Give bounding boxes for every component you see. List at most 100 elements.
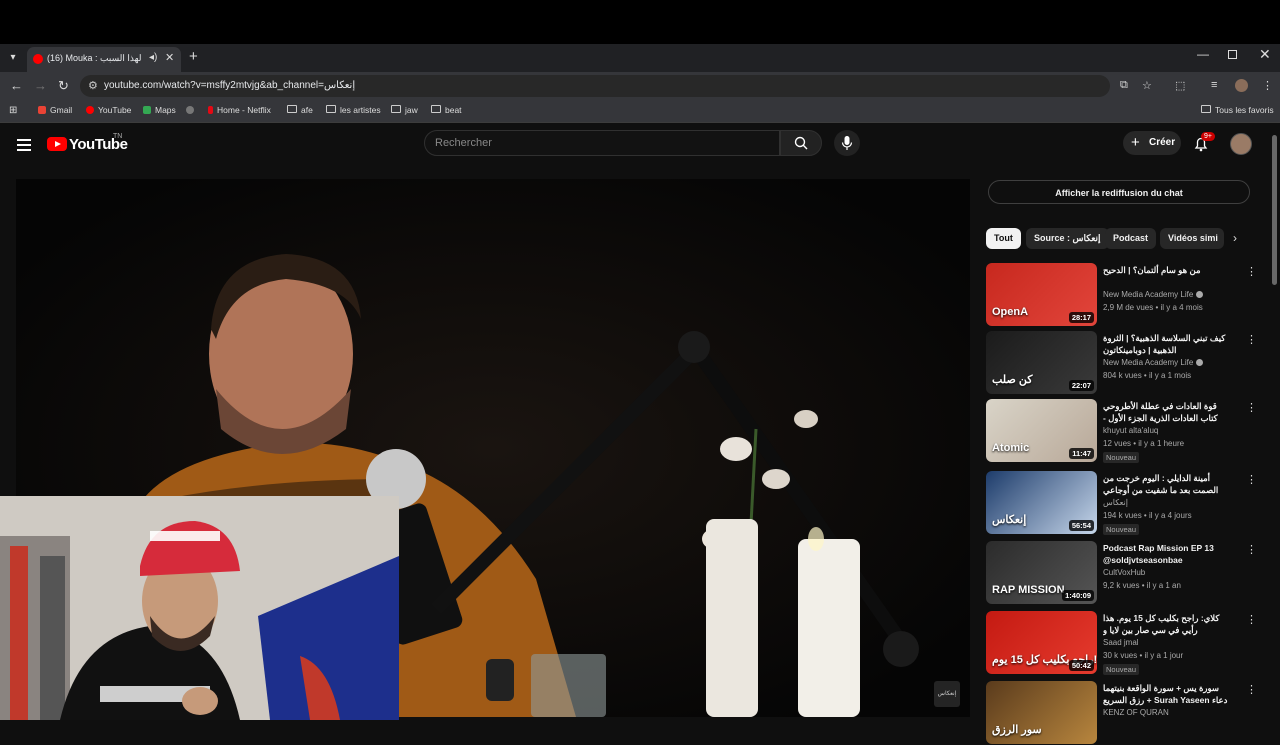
chip-all[interactable]: Tout — [986, 228, 1021, 249]
video-thumbnail[interactable]: OpenA 28:17 — [986, 263, 1097, 326]
more-options-icon[interactable]: ⋮ — [1246, 333, 1257, 346]
create-label: Créer — [1149, 137, 1176, 148]
bookmark-folder-beat[interactable]: beat — [431, 105, 462, 115]
video-duration: 22:07 — [1068, 380, 1094, 391]
url-text[interactable]: youtube.com/watch?v=msffy2mtvjg&ab_chann… — [104, 80, 355, 91]
microphone-icon — [841, 136, 853, 150]
channel-name[interactable]: khuyut alta'aluq — [1103, 426, 1158, 435]
tab-title: (16) Mouka : حتى لهذا السبب — [47, 53, 141, 63]
channel-name[interactable]: Saad jmal — [1103, 638, 1139, 647]
bookmark-folder-afe[interactable]: afe — [287, 105, 313, 115]
search-button[interactable] — [780, 130, 822, 156]
video-title[interactable]: Podcast Rap Mission EP 13 @soldjvtseason… — [1103, 542, 1235, 566]
verified-badge-icon — [1195, 359, 1203, 366]
video-title[interactable]: قوة العادات في عطلة الأطروحي كتاب العادا… — [1103, 400, 1235, 424]
recommended-video[interactable]: RAP MISSION 1:40:09 Podcast Rap Mission EP… — [986, 541, 1266, 605]
browser-toolbar: ← → ↻ ⚙ youtube.com/watch?v=msffy2mtvjg&… — [0, 72, 1280, 100]
channel-name[interactable]: New Media Academy Life — [1103, 290, 1203, 299]
all-bookmarks[interactable]: Tous les favoris — [1201, 105, 1274, 115]
video-thumbnail[interactable]: Atomic 11:47 — [986, 399, 1097, 462]
maximize-icon[interactable] — [1228, 50, 1237, 59]
video-title[interactable]: من هو سام ألتمان؟ | الدحيح — [1103, 264, 1235, 276]
more-options-icon[interactable]: ⋮ — [1246, 473, 1257, 486]
youtube-icon — [86, 106, 94, 114]
channel-name[interactable]: KENZ OF QURAN — [1103, 708, 1169, 717]
recommended-video[interactable]: كن صلب 22:07 كيف تبني السلاسة الذهبية؟ | ا… — [986, 331, 1266, 395]
recommended-video[interactable]: راجع بكليب كل 15 يوم! 50:42 كلاي: راجح بكل… — [986, 611, 1266, 675]
video-thumbnail[interactable]: سور الرزق — [986, 681, 1097, 744]
new-badge: Nouveau — [1103, 452, 1140, 463]
create-button[interactable]: + Créer — [1123, 131, 1181, 155]
video-meta: 194 k vues • il y a 4 jours — [1103, 511, 1192, 520]
media-controls-icon[interactable]: ≡ — [1211, 79, 1217, 91]
apps-grid-icon[interactable]: ⊞ — [9, 105, 17, 116]
install-app-icon[interactable]: ⧉ — [1120, 79, 1128, 92]
thumbnail-text: إنعكاس — [992, 514, 1027, 526]
channel-name[interactable]: CultVoxHub — [1103, 568, 1145, 577]
hamburger-menu-icon[interactable] — [17, 136, 31, 154]
voice-search-button[interactable] — [834, 130, 860, 156]
recommended-video[interactable]: OpenA 28:17 من هو سام ألتمان؟ | الدحيح New … — [986, 263, 1266, 327]
user-avatar[interactable] — [1230, 133, 1252, 155]
thumbnail-text: OpenA — [992, 306, 1029, 318]
video-thumbnail[interactable]: كن صلب 22:07 — [986, 331, 1097, 394]
plus-icon: + — [1131, 134, 1140, 151]
back-icon[interactable]: ← — [10, 78, 23, 93]
page-scrollbar[interactable] — [1272, 135, 1277, 285]
recommended-video[interactable]: سور الرزق سورة يس + سورة الواقعة بنيتهما … — [986, 681, 1266, 745]
chevron-right-icon[interactable]: › — [1233, 231, 1237, 245]
browser-tab-active[interactable]: (16) Mouka : حتى لهذا السبب ◂) ✕ — [27, 47, 181, 72]
bookmark-maps[interactable]: Maps — [143, 105, 176, 115]
bookmark-folder-jaw[interactable]: jaw — [391, 105, 418, 115]
address-bar[interactable]: ⚙ youtube.com/watch?v=msffy2mtvjg&ab_cha… — [80, 75, 1110, 97]
video-meta: 30 k vues • il y a 1 jour — [1103, 651, 1184, 660]
browser-menu-icon[interactable]: ⋮ — [1262, 79, 1273, 92]
extensions-icon[interactable]: ⬚ — [1175, 79, 1185, 92]
more-options-icon[interactable]: ⋮ — [1246, 401, 1257, 414]
video-duration: 28:17 — [1068, 312, 1094, 323]
channel-name[interactable]: New Media Academy Life — [1103, 358, 1203, 367]
youtube-favicon-icon — [33, 54, 43, 64]
recommended-video[interactable]: Atomic 11:47 قوة العادات في عطلة الأطروحي … — [986, 399, 1266, 463]
bookmark-star-icon[interactable]: ☆ — [1142, 79, 1152, 92]
speaker-icon[interactable]: ◂) — [149, 52, 157, 63]
recommended-video[interactable]: إنعكاس 56:54 أمينة الدايلي : اليوم خرجت من… — [986, 471, 1266, 535]
chip-similar-videos[interactable]: Vidéos simi — [1160, 228, 1224, 249]
bookmark-youtube[interactable]: YouTube — [86, 105, 131, 115]
tab-search-icon[interactable]: ▾ — [6, 51, 20, 65]
more-options-icon[interactable]: ⋮ — [1246, 613, 1257, 626]
video-meta: 12 vues • il y a 1 heure — [1103, 439, 1185, 448]
video-thumbnail[interactable]: إنعكاس 56:54 — [986, 471, 1097, 534]
reload-icon[interactable]: ↻ — [58, 78, 69, 94]
bookmark-folder-artistes[interactable]: les artistes — [326, 105, 381, 115]
video-title[interactable]: كيف تبني السلاسة الذهبية؟ | الثروة الذهب… — [1103, 332, 1235, 356]
video-title[interactable]: سورة يس + سورة الواقعة بنيتهما دعاء Sura… — [1103, 682, 1235, 706]
bookmark-gmail[interactable]: Gmail — [38, 105, 72, 115]
profile-avatar[interactable] — [1235, 79, 1248, 92]
channel-name[interactable]: إنعكاس — [1103, 498, 1128, 507]
more-options-icon[interactable]: ⋮ — [1246, 265, 1257, 278]
bookmark-globe[interactable] — [186, 105, 198, 115]
video-thumbnail[interactable]: راجع بكليب كل 15 يوم! 50:42 — [986, 611, 1097, 674]
video-title[interactable]: كلاي: راجح بكليب كل 15 يوم. هذا رأيي في … — [1103, 612, 1235, 636]
more-options-icon[interactable]: ⋮ — [1246, 543, 1257, 556]
site-info-icon[interactable]: ⚙ — [88, 79, 98, 92]
window-close-icon[interactable]: ✕ — [1259, 46, 1271, 63]
thumbnail-text: RAP MISSION — [992, 584, 1065, 596]
video-thumbnail[interactable]: RAP MISSION 1:40:09 — [986, 541, 1097, 604]
chip-podcast[interactable]: Podcast — [1105, 228, 1157, 249]
video-title[interactable]: أمينة الدايلي : اليوم خرجت من الصمت بعد … — [1103, 472, 1235, 496]
more-options-icon[interactable]: ⋮ — [1246, 683, 1257, 696]
new-tab-icon[interactable]: + — [189, 48, 198, 65]
channel-watermark[interactable]: إنعكاس — [934, 681, 960, 707]
search-input[interactable]: Rechercher — [424, 130, 780, 156]
close-tab-icon[interactable]: ✕ — [165, 51, 174, 64]
minimize-icon[interactable]: — — [1197, 47, 1209, 61]
desktop-top-bar — [0, 0, 1280, 44]
chip-source[interactable]: Source : إنعكاس — [1026, 228, 1109, 249]
forward-icon[interactable]: → — [34, 78, 47, 93]
bookmark-netflix[interactable]: Home - Netflix — [208, 105, 271, 115]
video-duration: 56:54 — [1068, 520, 1094, 531]
new-badge: Nouveau — [1103, 664, 1140, 675]
show-chat-replay-button[interactable]: Afficher la rediffusion du chat — [988, 180, 1250, 204]
